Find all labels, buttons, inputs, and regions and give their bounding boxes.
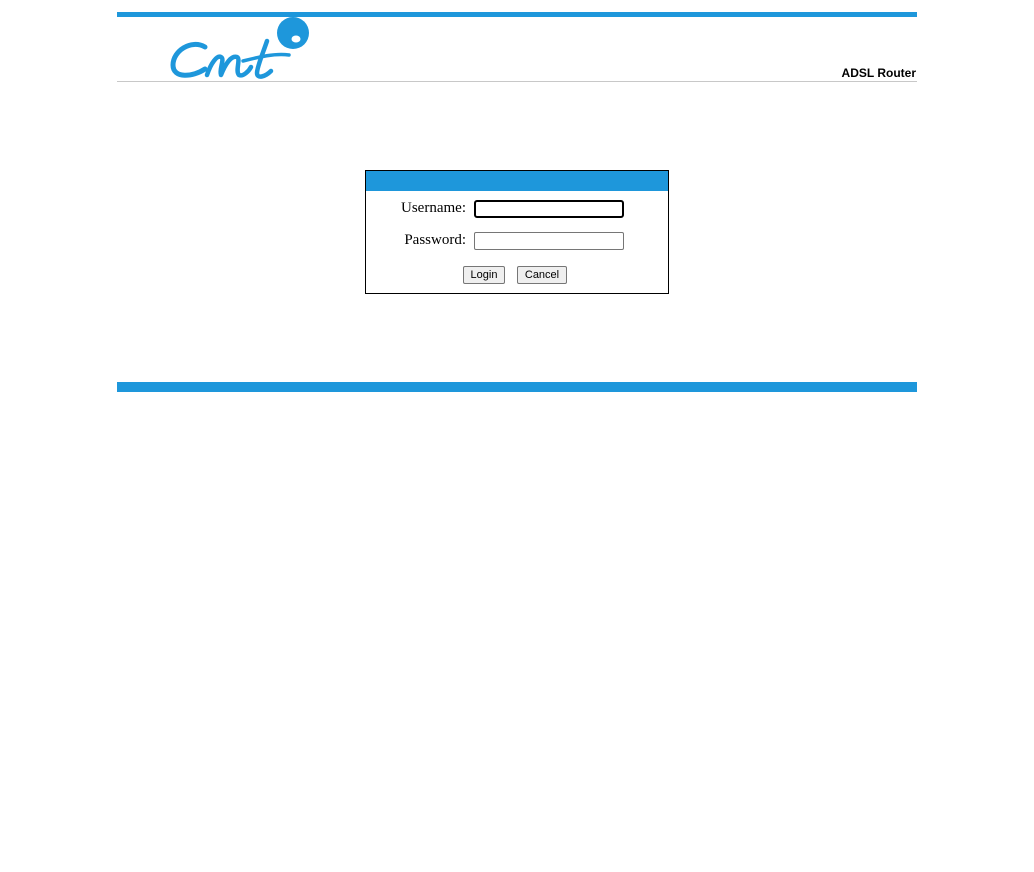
- password-label: Password:: [404, 232, 466, 248]
- cnt-logo: [170, 17, 309, 79]
- bottom-accent-bar: [117, 382, 917, 392]
- username-label: Username:: [401, 200, 466, 216]
- page-header: ADSL Router: [117, 17, 917, 82]
- login-button[interactable]: Login: [463, 266, 505, 284]
- username-field[interactable]: [474, 200, 624, 218]
- password-field[interactable]: [474, 232, 624, 250]
- product-name: ADSL Router: [841, 66, 916, 80]
- cancel-button[interactable]: Cancel: [517, 266, 567, 284]
- login-form-header: [366, 171, 668, 191]
- login-form: Username: Password: Login Cancel: [365, 170, 669, 294]
